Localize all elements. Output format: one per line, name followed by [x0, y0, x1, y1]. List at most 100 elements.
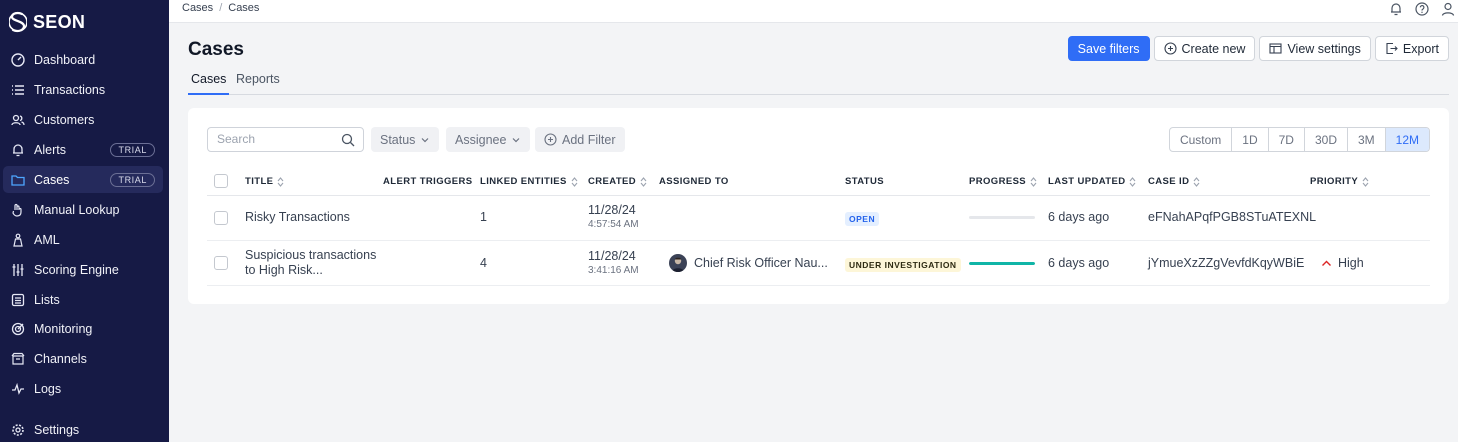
customers-icon	[11, 113, 25, 127]
sidebar-item-aml[interactable]: AML	[3, 226, 163, 253]
bell-icon	[11, 143, 25, 157]
list-icon	[11, 83, 25, 97]
seon-logo-icon	[9, 11, 27, 33]
add-filter-button[interactable]: Add Filter	[535, 127, 625, 152]
chevron-down-icon	[513, 137, 520, 142]
column-title[interactable]: TITLE	[245, 176, 284, 187]
breadcrumb-item[interactable]: Cases	[182, 2, 213, 14]
sidebar-item-logs[interactable]: Logs	[3, 375, 163, 402]
sidebar-item-label: Lists	[34, 292, 60, 307]
table-row[interactable]: Suspicious transactions to High Risk... …	[207, 241, 1430, 286]
column-last-updated[interactable]: LAST UPDATED	[1048, 176, 1136, 187]
column-linked-entities[interactable]: LINKED ENTITIES	[480, 176, 578, 187]
case-title[interactable]: Risky Transactions	[245, 210, 350, 224]
row-checkbox[interactable]	[214, 256, 228, 270]
created-time: 4:57:54 AM	[588, 219, 639, 230]
progress-bar	[969, 262, 1035, 265]
sidebar: SEON Dashboard Transactions Customers Al…	[0, 0, 169, 442]
table-row[interactable]: Risky Transactions 1 11/28/24 4:57:54 AM…	[207, 196, 1430, 241]
sidebar-item-scoring-engine[interactable]: Scoring Engine	[3, 256, 163, 283]
column-linked-entities-label: LINKED ENTITIES	[480, 176, 567, 187]
priority-label: High	[1338, 256, 1364, 270]
sidebar-item-label: Transactions	[34, 82, 106, 97]
tab-reports[interactable]: Reports	[236, 72, 280, 95]
search-icon[interactable]	[341, 133, 355, 147]
created-cell: 11/28/24 3:41:16 AM	[588, 249, 639, 276]
column-alert-triggers-label: ALERT TRIGGERS	[383, 176, 473, 187]
sidebar-item-label: AML	[34, 232, 60, 247]
sidebar-item-transactions[interactable]: Transactions	[3, 76, 163, 103]
avatar-person-icon	[672, 257, 684, 272]
seon-logo[interactable]: SEON	[9, 11, 85, 33]
linked-entities-count: 4	[480, 256, 487, 270]
column-created[interactable]: CREATED	[588, 176, 647, 187]
user-profile-icon[interactable]	[1441, 2, 1455, 16]
columns-icon	[1269, 43, 1282, 54]
column-alert-triggers: ALERT TRIGGERS	[383, 176, 473, 187]
status-filter[interactable]: Status	[371, 127, 440, 152]
case-id[interactable]: jYmueXzZZgVevfdKqyWBiE	[1148, 256, 1304, 270]
sidebar-item-cases[interactable]: Cases TRIAL	[3, 166, 163, 193]
sort-icon	[1030, 176, 1037, 187]
search-box	[207, 127, 364, 152]
view-settings-button[interactable]: View settings	[1259, 36, 1371, 61]
breadcrumb-item[interactable]: Cases	[228, 2, 259, 14]
range-7d[interactable]: 7D	[1269, 128, 1305, 151]
sidebar-item-label: Channels	[34, 351, 87, 366]
tab-cases[interactable]: Cases	[188, 72, 230, 95]
top-icons	[1389, 2, 1455, 16]
sidebar-item-customers[interactable]: Customers	[3, 106, 163, 133]
range-custom[interactable]: Custom	[1170, 128, 1233, 151]
sidebar-item-settings[interactable]: Settings	[3, 416, 163, 442]
column-progress[interactable]: PROGRESS	[969, 176, 1037, 187]
sort-icon	[571, 176, 578, 187]
column-case-id-label: CASE ID	[1148, 176, 1190, 187]
select-all-checkbox[interactable]	[214, 174, 228, 188]
sidebar-item-lists[interactable]: Lists	[3, 286, 163, 313]
page-title: Cases	[188, 39, 244, 60]
sort-icon	[1130, 176, 1136, 187]
status-badge: OPEN	[845, 212, 880, 226]
row-checkbox[interactable]	[214, 211, 228, 225]
export-button[interactable]: Export	[1374, 36, 1449, 61]
column-assigned-to: ASSIGNED TO	[659, 176, 729, 187]
range-12m[interactable]: 12M	[1385, 128, 1429, 151]
column-priority-label: PRIORITY	[1310, 176, 1359, 187]
range-1d[interactable]: 1D	[1232, 128, 1269, 151]
notification-bell-icon[interactable]	[1389, 2, 1403, 16]
create-new-button[interactable]: Create new	[1153, 36, 1256, 61]
sidebar-item-label: Manual Lookup	[34, 202, 120, 217]
save-filters-button[interactable]: Save filters	[1067, 36, 1150, 61]
header-actions: Save filters Create new View settings Ex…	[1067, 36, 1449, 61]
range-30d[interactable]: 30D	[1305, 128, 1348, 151]
case-title[interactable]: Suspicious transactions to High Risk...	[245, 248, 376, 278]
plus-circle-icon	[544, 133, 557, 146]
top-bar: Cases / Cases	[169, 0, 1458, 23]
search-input[interactable]	[217, 128, 337, 150]
avatar	[669, 254, 687, 272]
sidebar-item-manual-lookup[interactable]: Manual Lookup	[3, 196, 163, 223]
assignee-filter[interactable]: Assignee	[446, 127, 531, 152]
column-priority[interactable]: PRIORITY	[1310, 176, 1369, 187]
trial-badge: TRIAL	[110, 172, 155, 187]
sidebar-item-label: Logs	[34, 381, 62, 396]
sort-icon	[277, 176, 284, 187]
sidebar-item-label: Dashboard	[34, 52, 96, 67]
case-id[interactable]: eFNahAPqfPGB8STuATEXNL	[1148, 210, 1316, 224]
range-3m[interactable]: 3M	[1348, 128, 1386, 151]
sidebar-item-alerts[interactable]: Alerts TRIAL	[3, 136, 163, 163]
column-last-updated-label: LAST UPDATED	[1048, 176, 1126, 187]
help-icon[interactable]	[1415, 2, 1429, 16]
sidebar-item-dashboard[interactable]: Dashboard	[3, 46, 163, 73]
priority-cell: High	[1321, 256, 1364, 270]
created-date: 11/28/24	[588, 249, 636, 263]
sidebar-item-channels[interactable]: Channels	[3, 345, 163, 372]
sort-icon	[640, 176, 647, 187]
sidebar-item-monitoring[interactable]: Monitoring	[3, 315, 163, 342]
column-status-label: STATUS	[845, 176, 884, 187]
assigned-to-name[interactable]: Chief Risk Officer Nau...	[694, 256, 828, 270]
linked-entities-count: 1	[480, 210, 487, 224]
brand-name: SEON	[33, 11, 86, 32]
column-case-id[interactable]: CASE ID	[1148, 176, 1200, 187]
sidebar-item-label: Monitoring	[34, 321, 93, 336]
